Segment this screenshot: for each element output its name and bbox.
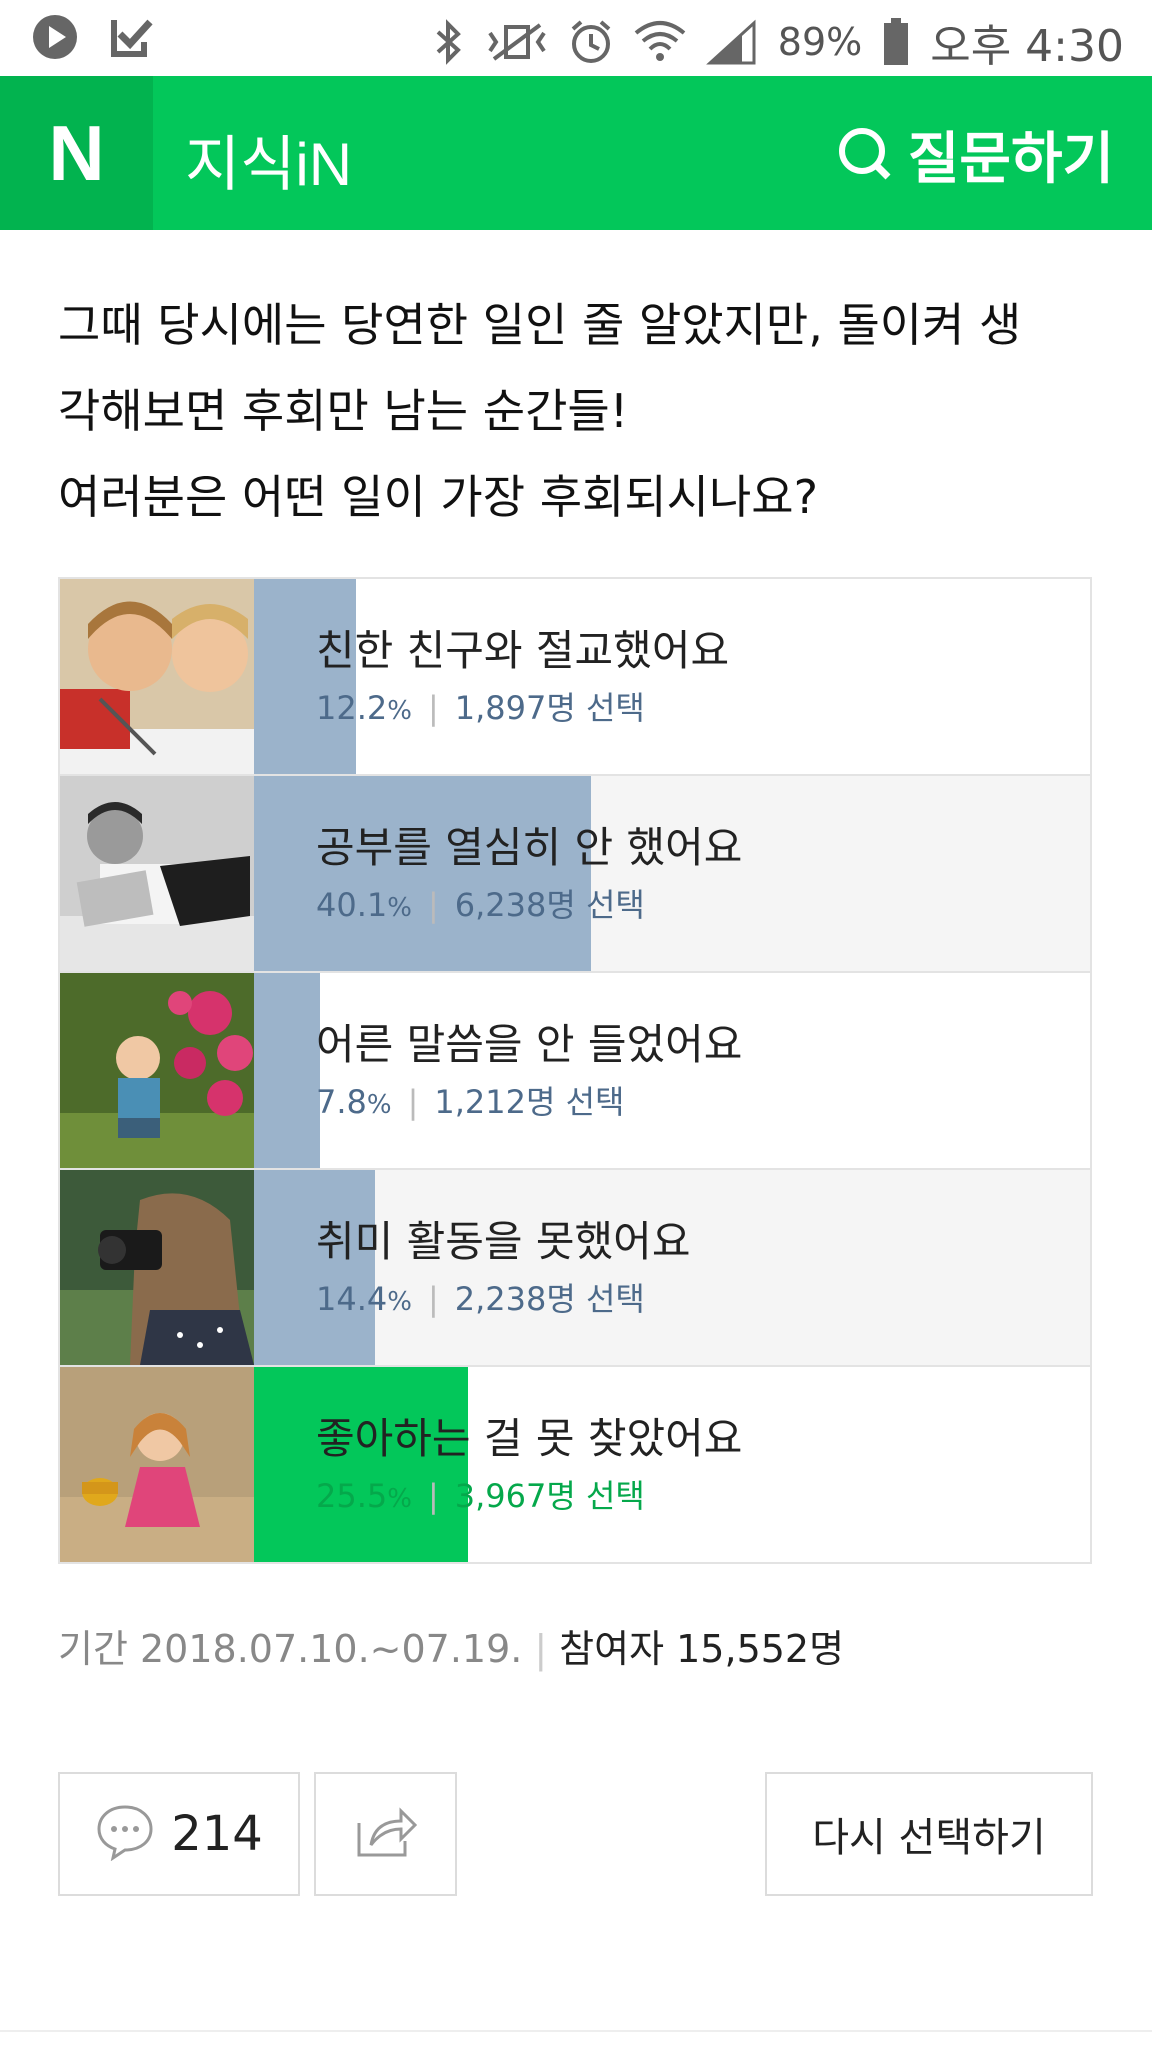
battery-icon	[882, 17, 910, 67]
percent-sign: %	[387, 1484, 412, 1514]
option-percent: 40.1	[316, 886, 388, 924]
app-header: N 지식iN 질문하기	[0, 76, 1152, 230]
boy-reading-photo	[60, 776, 254, 971]
percent-sign: %	[387, 696, 412, 726]
signal-icon	[705, 19, 758, 65]
percent-sign: %	[366, 1090, 392, 1120]
share-icon	[355, 1805, 417, 1863]
share-button[interactable]	[314, 1772, 457, 1896]
poll-option[interactable]: 어른 말씀을 안 들었어요 7.8% | 1,212명 선택	[60, 973, 1090, 1170]
percent-bar	[254, 973, 320, 1168]
divider: |	[427, 1477, 439, 1515]
option-count: 1,897명 선택	[454, 689, 645, 727]
bluetooth-icon	[432, 19, 466, 65]
option-stats: 12.2% | 1,897명 선택	[316, 683, 645, 729]
option-stats: 40.1% | 6,238명 선택	[316, 880, 645, 926]
divider: |	[427, 1280, 439, 1318]
option-label: 취미 활동을 못했어요	[316, 1217, 691, 1266]
option-label: 친한 친구와 절교했어요	[316, 626, 730, 675]
percent-sign: %	[387, 893, 412, 923]
alarm-icon	[568, 19, 614, 65]
poll-option[interactable]: 친한 친구와 절교했어요 12.2% | 1,897명 선택	[60, 579, 1090, 776]
divider: |	[407, 1083, 419, 1121]
option-count: 1,212명 선택	[434, 1083, 625, 1121]
poll-option-selected[interactable]: 좋아하는 걸 못 찾았어요 25.5% | 3,967명 선택	[60, 1367, 1090, 1562]
option-percent: 25.5	[316, 1477, 388, 1515]
logo-text: N	[48, 108, 105, 197]
divider: |	[427, 886, 439, 924]
clock: 오후 4:30	[930, 21, 1124, 72]
option-stats: 7.8% | 1,212명 선택	[316, 1077, 625, 1123]
comment-count: 214	[171, 1806, 263, 1862]
question-line: 각해보면 후회만 남는 순간들!	[58, 384, 629, 438]
option-stats: 25.5% | 3,967명 선택	[316, 1471, 645, 1517]
service-title[interactable]: 지식iN	[185, 116, 352, 203]
poll-question: 그때 당시에는 당연한 일인 줄 알았지만, 돌이켜 생 각해보면 후회만 남는…	[58, 282, 1098, 540]
option-percent: 12.2	[316, 689, 388, 727]
girl-camera-photo	[60, 1170, 254, 1365]
option-label: 좋아하는 걸 못 찾았어요	[316, 1414, 743, 1463]
option-stats: 14.4% | 2,238명 선택	[316, 1274, 645, 1320]
participant-count: 참여자 15,552명	[559, 1627, 845, 1671]
child-drawing-photo	[60, 579, 254, 774]
option-label: 어른 말씀을 안 들었어요	[316, 1020, 743, 1069]
baby-flowers-photo	[60, 973, 254, 1168]
vibrate-icon	[486, 19, 548, 65]
divider: |	[534, 1627, 548, 1671]
divider: |	[427, 689, 439, 727]
girl-sand-photo	[60, 1367, 254, 1562]
ask-question-button[interactable]: 질문하기	[836, 114, 1114, 195]
search-icon	[836, 125, 892, 185]
battery-percent: 89%	[777, 20, 863, 64]
poll-options: 친한 친구와 절교했어요 12.2% | 1,897명 선택 공부를 열심히 안 했…	[58, 577, 1092, 1564]
play-icon	[30, 12, 80, 62]
wifi-icon	[634, 19, 686, 65]
option-count: 6,238명 선택	[454, 886, 645, 924]
question-line: 그때 당시에는 당연한 일인 줄 알았지만, 돌이켜 생	[58, 298, 1022, 352]
comment-bubble-icon	[95, 1803, 155, 1865]
reselect-button[interactable]: 다시 선택하기	[765, 1772, 1093, 1896]
option-count: 3,967명 선택	[454, 1477, 645, 1515]
naver-logo[interactable]: N	[0, 76, 153, 230]
poll-meta: 기간 2018.07.10.~07.19. | 참여자 15,552명	[58, 1618, 844, 1673]
status-bar: 89% 오후 4:30	[0, 0, 1152, 76]
percent-sign: %	[387, 1287, 412, 1317]
option-percent: 14.4	[316, 1280, 388, 1318]
option-percent: 7.8	[316, 1083, 367, 1121]
ask-question-label: 질문하기	[907, 127, 1114, 192]
check-app-icon	[106, 12, 156, 62]
comment-button[interactable]: 214	[58, 1772, 300, 1896]
bottom-divider	[0, 2030, 1152, 2032]
poll-period: 기간 2018.07.10.~07.19.	[58, 1627, 523, 1671]
poll-option[interactable]: 취미 활동을 못했어요 14.4% | 2,238명 선택	[60, 1170, 1090, 1367]
question-line: 여러분은 어떤 일이 가장 후회되시나요?	[58, 470, 819, 524]
poll-option[interactable]: 공부를 열심히 안 했어요 40.1% | 6,238명 선택	[60, 776, 1090, 973]
option-label: 공부를 열심히 안 했어요	[316, 823, 743, 872]
option-count: 2,238명 선택	[454, 1280, 645, 1318]
